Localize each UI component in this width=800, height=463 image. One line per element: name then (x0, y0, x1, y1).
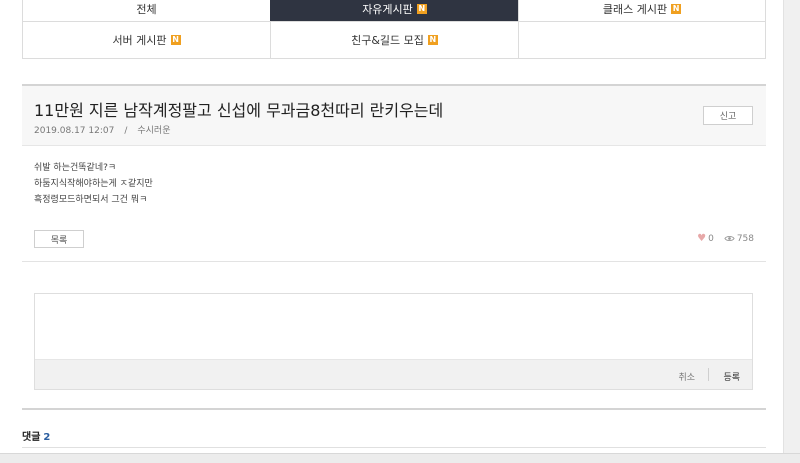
comment-input[interactable] (35, 294, 752, 359)
new-badge: N (427, 35, 438, 45)
eye-icon (724, 235, 735, 242)
comments-count: 2 (43, 432, 51, 443)
submit-button[interactable]: 등록 (723, 370, 740, 383)
post-stats: ♥ 0 758 (697, 233, 754, 244)
post-title: 11만원 지른 남작계정팔고 신섭에 무과금8천따리 란키우는데 (34, 101, 444, 120)
window-bottom-bar (0, 453, 800, 463)
like-value: 0 (708, 233, 714, 244)
vertical-scrollbar[interactable] (783, 0, 800, 453)
section-divider (22, 408, 766, 410)
like-count[interactable]: ♥ 0 (697, 233, 714, 244)
meta-separator: / (124, 126, 128, 136)
comment-form: 취소 등록 (34, 293, 753, 390)
body-line: 쉬발 하는건똑같네?ㅋ (34, 163, 117, 173)
post-divider (22, 261, 766, 262)
view-count: 758 (724, 234, 754, 244)
category-all[interactable]: 전체 (22, 0, 270, 21)
category-nav: 전체 자유게시판 N 클래스 게시판 N 서버 게시판 N 친구&길드 모집 N (22, 0, 766, 59)
category-friend-guild[interactable]: 친구&길드 모집 N (270, 22, 518, 58)
list-button[interactable]: 목록 (34, 230, 84, 248)
post-header: 11만원 지른 남작계정팔고 신섭에 무과금8천따리 란키우는데 2019.08… (22, 86, 766, 146)
view-value: 758 (736, 233, 754, 244)
category-row: 전체 자유게시판 N 클래스 게시판 N (22, 0, 766, 22)
category-label: 자유게시판 (362, 2, 413, 16)
new-badge: N (671, 3, 682, 14)
category-label: 서버 게시판 (112, 34, 167, 47)
post-date: 2019.08.17 12:07 (34, 126, 115, 136)
body-line: 흑정령모드하면되서 그건 뭐ㅋ (34, 195, 148, 205)
body-line: 하둠지식작해야하는게 ㅈ같지만 (34, 179, 153, 189)
category-label: 클래스 게시판 (602, 2, 668, 16)
cancel-button[interactable]: 취소 (678, 370, 695, 383)
category-server-board[interactable]: 서버 게시판 N (22, 22, 270, 58)
category-row: 서버 게시판 N 친구&길드 모집 N (22, 22, 766, 59)
comments-heading: 댓글 2 (22, 428, 50, 443)
report-button[interactable]: 신고 (703, 106, 753, 125)
post-body: 쉬발 하는건똑같네?ㅋ 하둠지식작해야하는게 ㅈ같지만 흑정령모드하면되서 그건… (34, 160, 153, 208)
comments-divider (22, 447, 766, 448)
category-free-board[interactable]: 자유게시판 N (270, 0, 518, 21)
heart-icon: ♥ (697, 233, 707, 244)
action-divider (708, 368, 709, 381)
post-author[interactable]: 수시러운 (137, 126, 170, 136)
category-label: 전체 (136, 2, 157, 16)
post-meta: 2019.08.17 12:07 / 수시러운 (34, 123, 171, 136)
category-empty (518, 22, 766, 58)
category-class-board[interactable]: 클래스 게시판 N (518, 0, 766, 21)
comments-label: 댓글 (22, 432, 41, 443)
comment-actions: 취소 등록 (35, 359, 752, 389)
new-badge: N (416, 3, 427, 14)
new-badge: N (170, 35, 181, 45)
category-label: 친구&길드 모집 (351, 34, 424, 47)
